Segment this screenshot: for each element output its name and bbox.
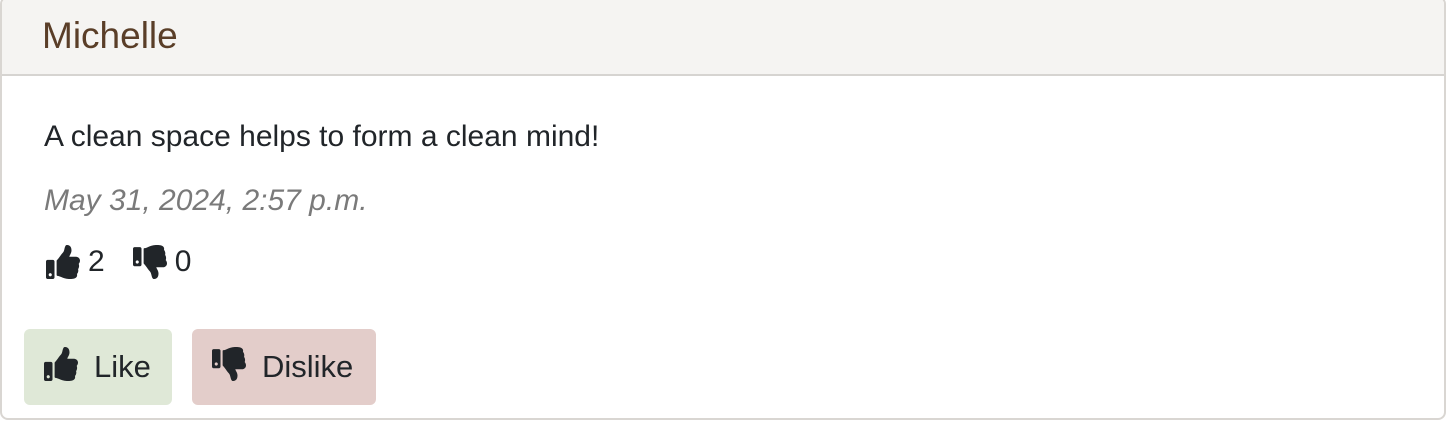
- thumbs-down-icon: [212, 347, 246, 381]
- thumbs-down-icon: [132, 245, 167, 279]
- comment-text: A clean space helps to form a clean mind…: [44, 120, 600, 153]
- reaction-counts: 2 0: [46, 242, 191, 282]
- likes-count-group: 2: [46, 242, 105, 282]
- comment-card: Michelle A clean space helps to form a c…: [0, 0, 1446, 420]
- comment-timestamp: May 31, 2024, 2:57 p.m.: [44, 184, 368, 217]
- dislike-button-label: Dislike: [262, 349, 354, 384]
- comment-header: Michelle: [2, 0, 1444, 76]
- like-button-label: Like: [94, 349, 151, 384]
- dislikes-count: 0: [174, 245, 192, 278]
- likes-count: 2: [88, 245, 105, 278]
- like-button[interactable]: Like: [24, 329, 172, 405]
- comment-author: Michelle: [42, 15, 178, 56]
- thumbs-up-icon: [44, 347, 78, 381]
- thumbs-up-icon: [46, 245, 80, 279]
- dislike-button[interactable]: Dislike: [192, 329, 376, 405]
- dislikes-count-group: 0: [132, 242, 192, 282]
